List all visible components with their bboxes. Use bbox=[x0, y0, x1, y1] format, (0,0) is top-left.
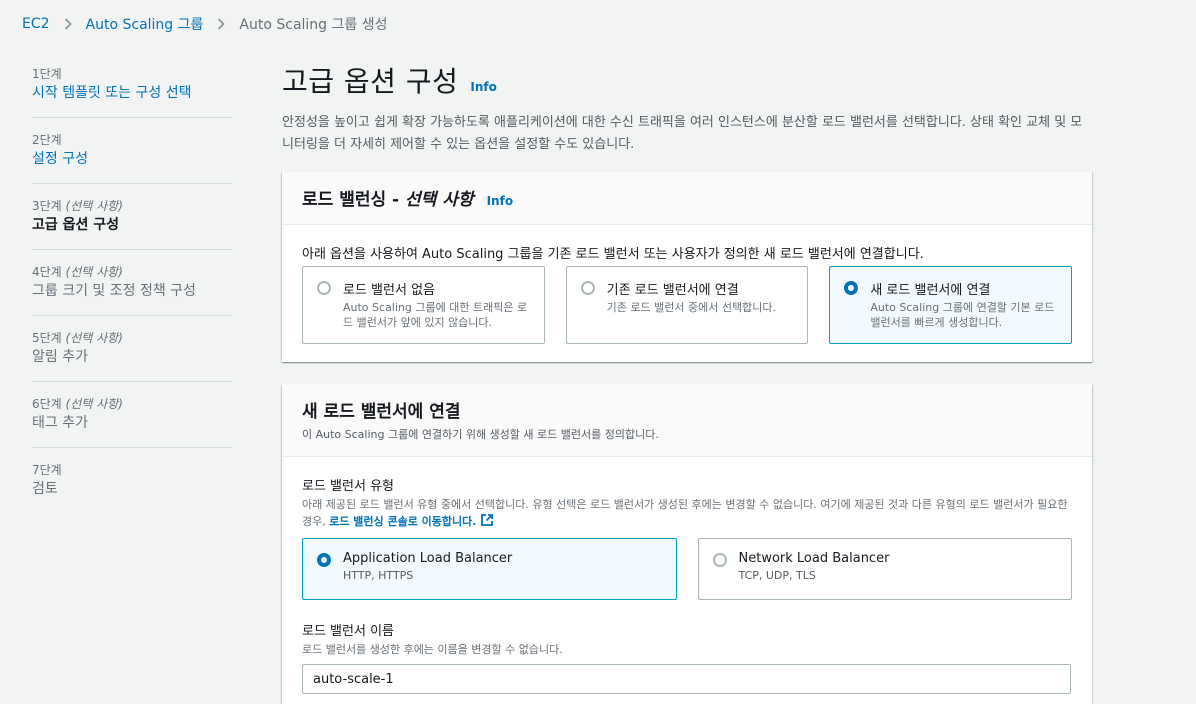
option-description: Auto Scaling 그룹에 연결할 기본 로드 밸런서를 빠르게 생성합니… bbox=[870, 301, 1055, 329]
option-description: 기존 로드 밸런서 중에서 선택합니다. bbox=[606, 301, 776, 314]
option-no-load-balancer[interactable]: 로드 밸런서 없음 Auto Scaling 그룹에 대한 트래픽은 로드 밸런… bbox=[302, 266, 545, 344]
option-network-load-balancer[interactable]: Network Load Balancer TCP, UDP, TLS bbox=[697, 538, 1072, 600]
wizard-step-4: 4단계 (선택 사항) 그룹 크기 및 조정 정책 구성 bbox=[32, 264, 232, 316]
radio-button[interactable] bbox=[317, 281, 331, 295]
option-new-load-balancer[interactable]: 새 로드 밸런서에 연결 Auto Scaling 그룹에 연결할 기본 로드 … bbox=[829, 266, 1073, 344]
load-balancing-panel: 로드 밸런싱 - 선택 사항 Info 아래 옵션을 사용하여 Auto Sca… bbox=[282, 172, 1092, 362]
breadcrumb: EC2 Auto Scaling 그룹 Auto Scaling 그룹 생성 bbox=[22, 14, 387, 34]
lb-console-link[interactable]: 로드 밸런싱 콘솔로 이동합니다. bbox=[329, 515, 476, 528]
panel-body: 로드 밸런서 유형 아래 제공된 로드 밸런서 유형 중에서 선택합니다. 유형… bbox=[282, 457, 1092, 704]
wizard-step-1: 1단계 시작 템플릿 또는 구성 선택 bbox=[32, 66, 232, 118]
option-title: 새 로드 밸런서에 연결 bbox=[870, 283, 991, 298]
lb-type-label: 로드 밸런서 유형 bbox=[302, 479, 394, 494]
breadcrumb-asg-link[interactable]: Auto Scaling 그룹 bbox=[86, 14, 204, 34]
step-title-notifications: 알림 추가 bbox=[32, 349, 88, 365]
page-title: 고급 옵션 구성 bbox=[282, 65, 459, 98]
step-number: 5단계 (선택 사항) bbox=[32, 331, 123, 345]
step-current-advanced: 고급 옵션 구성 bbox=[32, 217, 120, 233]
panel-title: 새 로드 밸런서에 연결 bbox=[302, 402, 461, 422]
chevron-right-icon bbox=[56, 15, 80, 33]
external-link-icon[interactable] bbox=[480, 513, 494, 532]
page-description: 안정성을 높이고 쉽게 확장 가능하도록 애플리케이션에 대한 수신 트래픽을 … bbox=[282, 115, 1083, 152]
option-description: TCP, UDP, TLS bbox=[738, 569, 816, 582]
option-application-load-balancer[interactable]: Application Load Balancer HTTP, HTTPS bbox=[302, 538, 677, 600]
wizard-step-5: 5단계 (선택 사항) 알림 추가 bbox=[32, 330, 232, 382]
lb-name-description: 로드 밸런서를 생성한 후에는 이름을 변경할 수 없습니다. bbox=[302, 643, 563, 656]
step-title-review: 검토 bbox=[32, 481, 58, 497]
panel-header: 새 로드 밸런서에 연결 이 Auto Scaling 그룹에 연결하기 위해 … bbox=[282, 384, 1092, 457]
lb-name-label: 로드 밸런서 이름 bbox=[302, 624, 394, 639]
step-title-group-size: 그룹 크기 및 조정 정책 구성 bbox=[32, 283, 196, 299]
main-content: 고급 옵션 구성 Info 안정성을 높이고 쉽게 확장 가능하도록 애플리케이… bbox=[282, 60, 1092, 704]
panel-title: 로드 밸런싱 - 선택 사항 bbox=[302, 190, 474, 210]
load-balancer-option-tiles: 로드 밸런서 없음 Auto Scaling 그룹에 대한 트래픽은 로드 밸런… bbox=[302, 266, 1073, 344]
option-description: HTTP, HTTPS bbox=[343, 569, 414, 582]
step-number: 3단계 (선택 사항) bbox=[32, 199, 123, 213]
wizard-step-7: 7단계 검토 bbox=[32, 462, 232, 513]
option-existing-load-balancer[interactable]: 기존 로드 밸런서에 연결 기존 로드 밸런서 중에서 선택합니다. bbox=[565, 266, 809, 344]
step-link-settings[interactable]: 설정 구성 bbox=[32, 151, 88, 167]
option-description: Auto Scaling 그룹에 대한 트래픽은 로드 밸런서가 앞에 있지 않… bbox=[343, 301, 528, 329]
radio-button[interactable] bbox=[580, 281, 595, 295]
breadcrumb-current: Auto Scaling 그룹 생성 bbox=[239, 17, 388, 33]
panel-subtitle: 이 Auto Scaling 그룹에 연결하기 위해 생성할 새 로드 밸런서를… bbox=[302, 428, 659, 441]
step-number: 6단계 (선택 사항) bbox=[32, 397, 123, 411]
wizard-step-2: 2단계 설정 구성 bbox=[32, 132, 232, 184]
radio-button-selected[interactable] bbox=[844, 281, 859, 295]
step-number: 2단계 bbox=[32, 133, 62, 147]
option-title: 로드 밸런서 없음 bbox=[343, 283, 435, 298]
step-number: 4단계 (선택 사항) bbox=[32, 265, 123, 279]
load-balancing-lead: 아래 옵션을 사용하여 Auto Scaling 그룹을 기존 로드 밸런서 또… bbox=[302, 247, 924, 262]
lb-type-description: 아래 제공된 로드 밸런서 유형 중에서 선택합니다. 유형 선택은 로드 밸런… bbox=[302, 497, 1072, 532]
option-title: 기존 로드 밸런서에 연결 bbox=[606, 283, 739, 298]
option-title: Application Load Balancer bbox=[343, 551, 513, 566]
page-header: 고급 옵션 구성 Info bbox=[282, 60, 1092, 100]
wizard-steps: 1단계 시작 템플릿 또는 구성 선택 2단계 설정 구성 3단계 (선택 사항… bbox=[32, 66, 232, 527]
step-number: 7단계 bbox=[32, 463, 62, 477]
new-load-balancer-panel: 새 로드 밸런서에 연결 이 Auto Scaling 그룹에 연결하기 위해 … bbox=[282, 384, 1092, 704]
wizard-step-3: 3단계 (선택 사항) 고급 옵션 구성 bbox=[32, 198, 232, 250]
lb-name-input[interactable] bbox=[302, 664, 1071, 694]
info-link[interactable]: Info bbox=[487, 194, 513, 208]
wizard-step-6: 6단계 (선택 사항) 태그 추가 bbox=[32, 396, 232, 448]
panel-body: 아래 옵션을 사용하여 Auto Scaling 그룹을 기존 로드 밸런서 또… bbox=[282, 225, 1092, 362]
panel-header: 로드 밸런싱 - 선택 사항 Info bbox=[282, 172, 1092, 225]
step-title-tags: 태그 추가 bbox=[32, 415, 88, 431]
info-link[interactable]: Info bbox=[470, 80, 496, 94]
step-number: 1단계 bbox=[32, 67, 62, 81]
breadcrumb-ec2-link[interactable]: EC2 bbox=[22, 16, 50, 32]
radio-button[interactable] bbox=[712, 553, 727, 567]
chevron-right-icon bbox=[209, 15, 233, 33]
lb-type-tiles: Application Load Balancer HTTP, HTTPS Ne… bbox=[302, 538, 1072, 600]
step-link-launch-template[interactable]: 시작 템플릿 또는 구성 선택 bbox=[32, 85, 191, 101]
option-title: Network Load Balancer bbox=[738, 551, 890, 566]
radio-button-selected[interactable] bbox=[317, 553, 331, 567]
